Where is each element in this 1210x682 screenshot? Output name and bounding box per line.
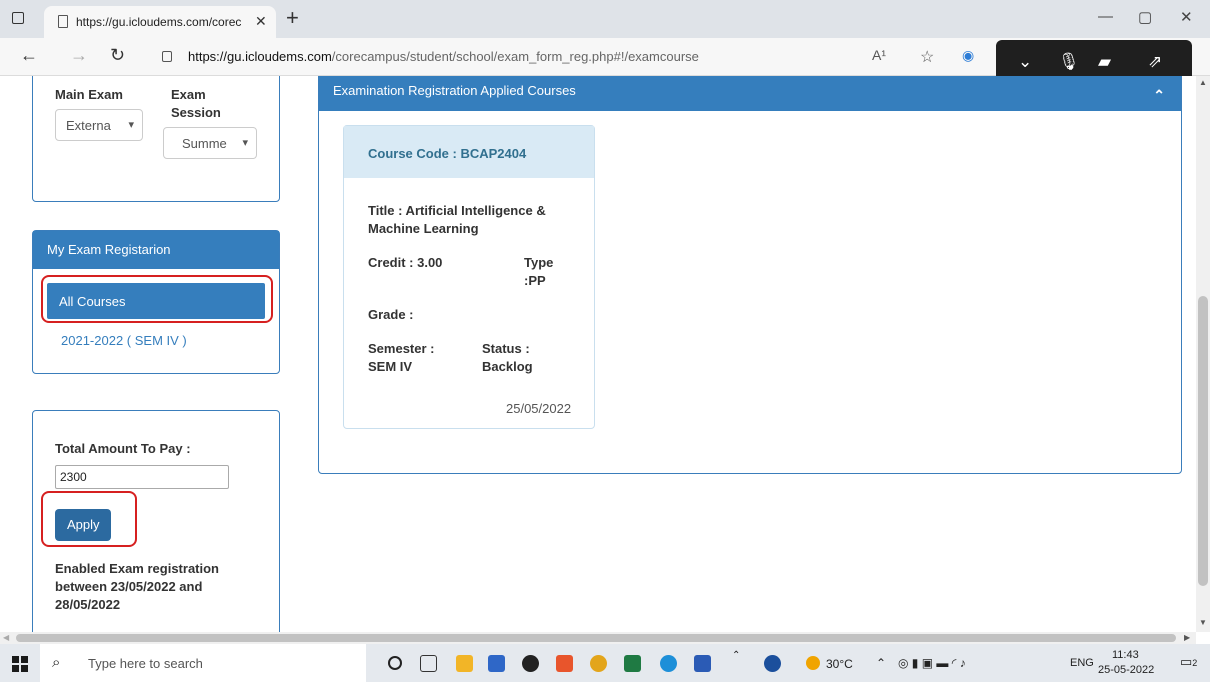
weather-temp[interactable]: 30°C [826, 657, 853, 671]
page-icon [58, 15, 68, 28]
vertical-scrollbar[interactable]: ▲ ▼ [1196, 76, 1210, 632]
registration-window-line-1: Enabled Exam registration [55, 561, 219, 576]
mic-off-icon[interactable]: 🎙 [1058, 52, 1080, 72]
exam-registration-panel: My Exam Registarion All Courses 2021-202… [32, 230, 280, 374]
main-exam-label: Main Exam [55, 87, 123, 102]
highlight-box [41, 275, 273, 323]
taskbar-search[interactable]: ⌕ Type here to search [40, 644, 366, 682]
tab-title: https://gu.icloudems.com/corec [76, 15, 242, 29]
clock-time[interactable]: 11:43 [1112, 649, 1139, 661]
exam-filter-panel: Main Exam Exam Session Externa ▾ Summe ▾ [32, 76, 280, 202]
edge-icon[interactable] [660, 655, 677, 672]
course-date: 25/05/2022 [506, 401, 572, 416]
url-text: https://gu.icloudems.com/corecampus/stud… [188, 49, 699, 64]
chevron-down-icon: ▾ [242, 137, 248, 149]
course-title-line-1: Title : Artificial Intelligence & [368, 203, 546, 218]
windows-start-icon[interactable] [12, 656, 28, 672]
scroll-thumb[interactable] [1198, 296, 1208, 586]
extension-icon[interactable]: ◉ [962, 47, 974, 64]
office-icon[interactable] [556, 655, 573, 672]
semester-value: SEM IV [368, 359, 413, 374]
read-aloud-icon[interactable]: A¹ [872, 47, 886, 63]
taskbar: ⌕ Type here to search ⌃ 30°C ⌃ ◎ ▮ ▣ ▬ ◜… [0, 644, 1210, 682]
course-type-value: :PP [524, 273, 546, 288]
close-window-icon[interactable]: ✕ [1180, 8, 1193, 26]
close-tab-icon[interactable]: ✕ [255, 13, 267, 30]
forward-icon[interactable]: → [70, 45, 88, 66]
lock-icon[interactable] [162, 51, 172, 62]
tab-strip: https://gu.icloudems.com/corec ✕ + — ▢ ✕ [0, 0, 1210, 38]
notification-icon[interactable]: ▭2 [1180, 654, 1197, 670]
course-card: Course Code : BCAP2404 Title : Artificia… [343, 125, 595, 429]
course-code: Course Code : BCAP2404 [344, 126, 594, 178]
chevron-up-icon[interactable]: ⌃ [732, 650, 740, 661]
tray-icons[interactable]: ◎ ▮ ▣ ▬ ◜ ♪ [898, 656, 966, 670]
search-placeholder: Type here to search [88, 656, 203, 671]
favorite-star-icon[interactable]: ☆ [920, 47, 934, 67]
refresh-icon[interactable]: ↻ [110, 45, 125, 66]
word-icon[interactable] [694, 655, 711, 672]
status-value: Backlog [482, 359, 533, 374]
back-icon[interactable]: ← [20, 45, 38, 66]
applied-courses-title: Examination Registration Applied Courses [333, 83, 576, 98]
new-tab-icon[interactable]: + [286, 5, 299, 31]
highlight-box [41, 491, 137, 547]
cortana-icon[interactable] [388, 656, 402, 670]
browser-tab[interactable]: https://gu.icloudems.com/corec ✕ [44, 6, 276, 38]
total-amount-label: Total Amount To Pay : [55, 441, 191, 456]
main-exam-select[interactable]: Externa ▾ [55, 109, 143, 141]
course-grade: Grade : [368, 307, 414, 322]
scroll-thumb[interactable] [16, 634, 1176, 642]
restore-icon[interactable]: ▢ [1138, 8, 1152, 26]
session-select[interactable]: Summe ▾ [163, 127, 257, 159]
page-content: Main Exam Exam Session Externa ▾ Summe ▾ M… [0, 76, 1196, 632]
help-icon[interactable] [764, 655, 781, 672]
scroll-down-icon[interactable]: ▼ [1199, 618, 1207, 627]
panel-heading: Examination Registration Applied Courses… [319, 76, 1181, 111]
exam-label: Exam [171, 87, 206, 102]
horizontal-scrollbar[interactable]: ◀ ▶ [0, 632, 1196, 644]
language-indicator[interactable]: ENG [1070, 657, 1094, 669]
semester-link[interactable]: 2021-2022 ( SEM IV ) [61, 333, 187, 348]
search-icon: ⌕ [52, 654, 61, 671]
minimize-icon[interactable]: — [1098, 8, 1113, 25]
task-view-icon[interactable] [420, 655, 437, 672]
scroll-right-icon[interactable]: ▶ [1184, 633, 1190, 642]
weather-icon[interactable] [806, 656, 820, 670]
tab-actions-icon[interactable] [12, 12, 24, 24]
tray-overflow-icon[interactable]: ⌃ [876, 656, 886, 670]
clock-date[interactable]: 25-05-2022 [1098, 664, 1154, 676]
session-label: Session [171, 105, 221, 120]
url-field[interactable]: https://gu.icloudems.com/corecampus/stud… [146, 43, 986, 71]
teams-icon[interactable] [488, 655, 505, 672]
scroll-left-icon[interactable]: ◀ [3, 633, 9, 642]
registration-window-line-2: between 23/05/2022 and [55, 579, 203, 594]
share-icon[interactable]: ⇗ [1148, 52, 1162, 72]
panel-heading: My Exam Registarion [33, 231, 279, 269]
excel-icon[interactable] [624, 655, 641, 672]
payment-panel: Total Amount To Pay : 2300 Apply Enabled… [32, 410, 280, 632]
file-explorer-icon[interactable] [456, 655, 473, 672]
chrome-icon[interactable] [590, 655, 607, 672]
chevron-down-icon[interactable]: ⌄ [1018, 52, 1032, 72]
camera-off-icon[interactable]: ▰ [1098, 52, 1111, 72]
semester-label: Semester : [368, 341, 435, 356]
course-credit: Credit : 3.00 [368, 255, 443, 270]
course-type-label: Type [524, 255, 554, 270]
amount-field[interactable]: 2300 [55, 465, 229, 489]
chevron-down-icon: ▾ [128, 119, 134, 131]
registration-window-line-3: 28/05/2022 [55, 597, 121, 612]
app-icon[interactable] [522, 655, 539, 672]
applied-courses-panel: Examination Registration Applied Courses… [318, 76, 1182, 474]
course-title-line-2: Machine Learning [368, 221, 479, 236]
collapse-icon[interactable]: ⌃ [1153, 76, 1165, 115]
scroll-up-icon[interactable]: ▲ [1199, 78, 1207, 87]
status-label: Status : [482, 341, 530, 356]
